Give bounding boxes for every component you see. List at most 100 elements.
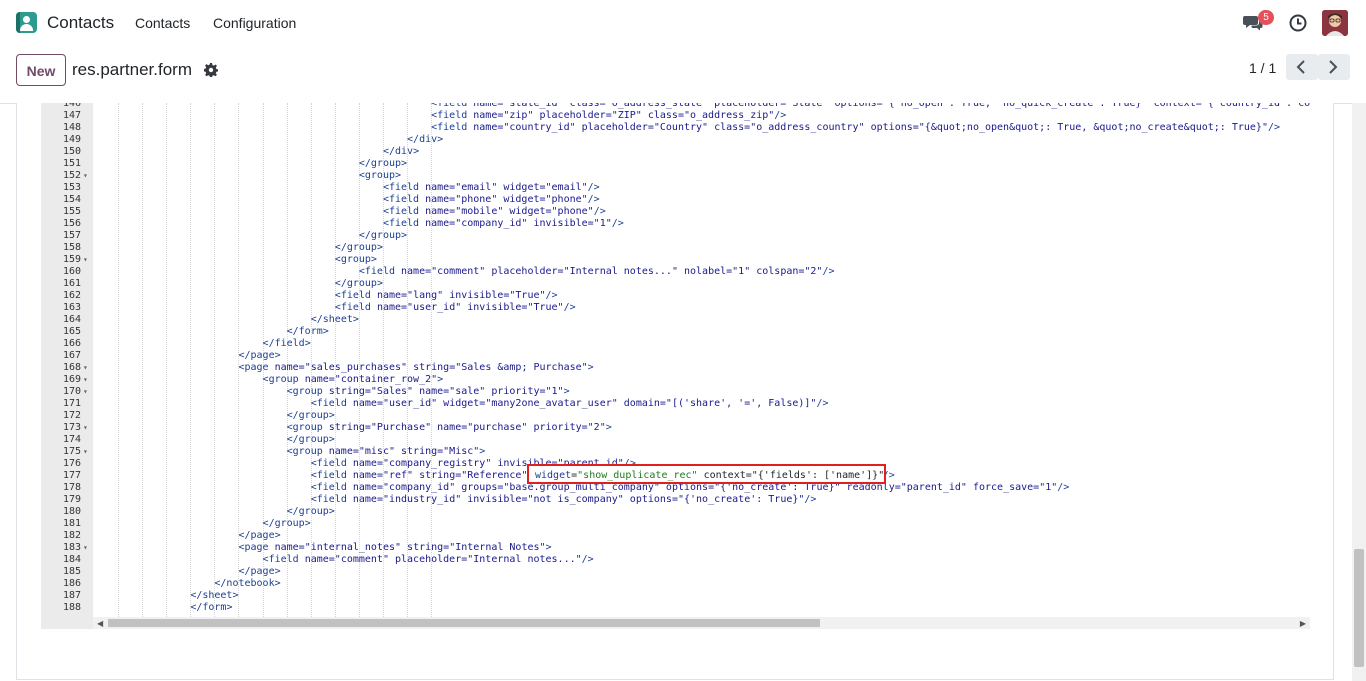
line-number: 172 [62,410,81,421]
code-line[interactable]: 155 <field name="mobile" widget="phone"/> [41,206,1310,218]
code-line[interactable]: 182 </page> [41,530,1310,542]
code-line[interactable]: 186 </notebook> [41,578,1310,590]
code-line[interactable]: 168 ▾ <page name="sales_purchases" string=… [41,362,1310,374]
avatar[interactable] [1322,10,1348,36]
line-number: 181 [62,518,81,529]
line-number: 176 [62,458,81,469]
code-text: <group string="Sales" name="sale" priori… [286,386,570,397]
line-number: 166 [62,338,81,349]
scroll-left-icon[interactable]: ◀ [97,619,103,628]
scroll-right-icon[interactable]: ▶ [1300,619,1306,628]
code-text: <field name="comment" placeholder="Inter… [358,266,835,277]
code-line[interactable]: 170 ▾ <group string="Sales" name="sale" pr… [41,386,1310,398]
new-button[interactable]: New [16,54,66,86]
code-line[interactable]: 184 <field name="comment" placeholder="In… [41,554,1310,566]
code-text: </group> [286,410,335,421]
code-line[interactable]: 159 ▾ <group> [41,254,1310,266]
code-line[interactable]: 147 <field name="zip" placeholder="ZIP" c… [41,110,1310,122]
code-text: <field name="user_id" invisible="True"/> [334,302,576,313]
line-number: 186 [62,578,81,589]
code-line[interactable]: 158 </group> [41,242,1310,254]
code-line[interactable]: 164 </sheet> [41,314,1310,326]
code-text: </group> [262,518,311,529]
messages-badge: 5 [1258,10,1274,25]
vertical-scroll-thumb[interactable] [1354,549,1364,667]
line-number: 159 [62,254,81,265]
fold-toggle-icon[interactable]: ▾ [83,422,91,434]
code-text: <field name="mobile" widget="phone"/> [382,206,606,217]
code-line[interactable]: 188 </form> [41,602,1310,614]
code-line[interactable]: 156 <field name="company_id" invisible="1… [41,218,1310,230]
code-line[interactable]: 166 </field> [41,338,1310,350]
fold-toggle-icon[interactable]: ▾ [83,374,91,386]
code-line[interactable]: 163 <field name="user_id" invisible="True… [41,302,1310,314]
fold-toggle-icon[interactable]: ▾ [83,446,91,458]
code-line[interactable]: 167 </page> [41,350,1310,362]
code-text: </group> [286,434,335,445]
code-line[interactable]: 150 </div> [41,146,1310,158]
line-number: 161 [62,278,81,289]
menu-configuration[interactable]: Configuration [213,15,296,31]
line-number: 164 [62,314,81,325]
code-text: </sheet> [190,590,239,601]
fold-toggle-icon[interactable]: ▾ [83,386,91,398]
line-number: 149 [62,134,81,145]
code-text: <field name="comment" placeholder="Inter… [262,554,594,565]
line-number: 177 [62,470,81,481]
fold-toggle-icon[interactable]: ▾ [83,362,91,374]
code-line[interactable]: 157 </group> [41,230,1310,242]
contacts-app-icon[interactable] [16,12,37,33]
code-line[interactable]: 151 </group> [41,158,1310,170]
pager-value[interactable]: 1 / 1 [1249,60,1276,76]
vertical-scrollbar[interactable] [1352,103,1366,681]
code-line[interactable]: 160 <field name="comment" placeholder="In… [41,266,1310,278]
pager-previous-button[interactable] [1286,54,1318,80]
fold-toggle-icon[interactable]: ▾ [83,254,91,266]
horizontal-scroll-thumb[interactable] [108,619,820,627]
line-number: 150 [62,146,81,157]
line-number: 187 [62,590,81,601]
code-line[interactable]: 172 </group> [41,410,1310,422]
code-text: <field name="user_id" widget="many2one_a… [310,398,829,409]
code-line[interactable]: 175 ▾ <group name="misc" string="Misc"> [41,446,1310,458]
code-line[interactable]: 169 ▾ <group name="container_row_2"> [41,374,1310,386]
line-number: 151 [62,158,81,169]
line-number: 156 [62,218,81,229]
code-line[interactable]: 187 </sheet> [41,590,1310,602]
code-line[interactable]: 173 ▾ <group string="Purchase" name="purch… [41,422,1310,434]
code-line[interactable]: 165 </form> [41,326,1310,338]
code-text: <field name="lang" invisible="True"/> [334,290,558,301]
code-line[interactable]: 149 </div> [41,134,1310,146]
line-number: 160 [62,266,81,277]
code-line[interactable]: 148 <field name="country_id" placeholder=… [41,122,1310,134]
gear-icon[interactable] [204,63,218,77]
code-line[interactable]: 183 ▾ <page name="internal_notes" string="… [41,542,1310,554]
pager-next-button[interactable] [1318,54,1350,80]
code-text: <page name="internal_notes" string="Inte… [238,542,552,553]
fold-toggle-icon[interactable]: ▾ [83,542,91,554]
code-line[interactable]: 181 </group> [41,518,1310,530]
code-line[interactable]: 161 </group> [41,278,1310,290]
code-line[interactable]: 171 <field name="user_id" widget="many2on… [41,398,1310,410]
fold-toggle-icon[interactable]: ▾ [83,170,91,182]
app-name[interactable]: Contacts [47,13,114,33]
code-line[interactable]: 162 <field name="lang" invisible="True"/> [41,290,1310,302]
code-line[interactable]: 153 <field name="email" widget="email"/> [41,182,1310,194]
code-text: <field name="state_id" class="o_address_… [431,103,1310,109]
menu-contacts[interactable]: Contacts [135,15,190,31]
code-line[interactable]: 180 </group> [41,506,1310,518]
code-line[interactable]: 179 <field name="industry_id" invisible="… [41,494,1310,506]
code-line[interactable]: 154 <field name="phone" widget="phone"/> [41,194,1310,206]
code-text: </form> [190,602,233,613]
code-line[interactable]: 146 <field name="state_id" class="o_addre… [41,103,1310,110]
line-number: 155 [62,206,81,217]
line-number: 147 [62,110,81,121]
clock-icon[interactable] [1289,14,1307,32]
code-line[interactable]: 185 </page> [41,566,1310,578]
code-line[interactable]: 152 ▾ <group> [41,170,1310,182]
code-lines[interactable]: 146 <field name="state_id" class="o_addre… [41,103,1310,614]
code-line[interactable]: 174 </group> [41,434,1310,446]
horizontal-scrollbar[interactable]: ◀ ▶ [93,617,1310,629]
xml-arch-editor[interactable]: 146 <field name="state_id" class="o_addre… [41,103,1310,629]
code-text: </group> [334,242,383,253]
